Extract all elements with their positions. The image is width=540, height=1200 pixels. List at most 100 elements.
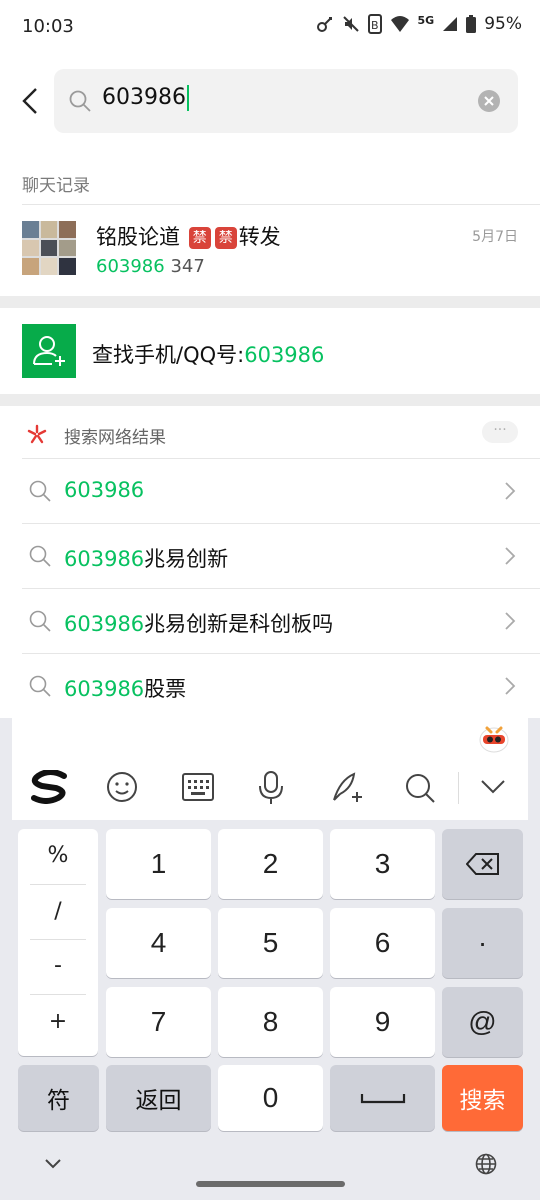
key-label: 0 — [262, 1082, 279, 1113]
sogou-logo-icon[interactable] — [30, 770, 68, 804]
at-key[interactable]: @ — [442, 987, 523, 1057]
find-label: 查找手机/QQ号: — [92, 343, 245, 367]
web-search-title: 搜索网络结果 — [64, 428, 166, 448]
ban-emoji: 禁 — [214, 227, 237, 249]
chevron-right-icon — [505, 677, 516, 695]
text-cursor — [186, 85, 189, 111]
key-2[interactable]: 2 — [218, 829, 323, 899]
web-result-item[interactable]: 603986兆易创新是科创板吗 — [0, 589, 540, 653]
web-result-rest: 兆易创新是科创板吗 — [144, 612, 334, 636]
symbol-key[interactable]: % — [18, 843, 98, 868]
web-result-rest: 兆易创新 — [144, 547, 229, 571]
chat-snippet: 603986 347 — [96, 256, 205, 277]
web-result-text: 603986兆易创新 — [64, 543, 228, 573]
chevron-right-icon — [505, 547, 516, 565]
assistant-icon[interactable] — [478, 724, 510, 754]
search-key[interactable]: 搜索 — [442, 1065, 523, 1131]
space-icon — [360, 1094, 406, 1104]
nfc-icon: B — [367, 14, 382, 34]
web-result-item[interactable]: 603986股票 — [0, 654, 540, 718]
mute-icon — [342, 16, 359, 32]
svg-text:B: B — [371, 19, 379, 32]
key-0[interactable]: 0 — [218, 1065, 323, 1131]
divider — [30, 884, 86, 885]
search-input[interactable]: 603986 — [102, 85, 189, 111]
home-indicator[interactable] — [196, 1181, 345, 1187]
signal-icon — [443, 17, 458, 31]
key-label: 5 — [262, 927, 279, 958]
web-result-item[interactable]: 603986兆易创新 — [0, 524, 540, 588]
web-result-rest: 股票 — [144, 677, 187, 701]
emoji-icon[interactable] — [106, 771, 138, 803]
keyboard-icon[interactable] — [182, 773, 214, 801]
web-result-match: 603986 — [64, 677, 145, 701]
search-query: 603986 — [102, 85, 186, 110]
status-time: 10:03 — [22, 16, 74, 37]
key-4[interactable]: 4 — [106, 908, 211, 978]
key-label: 搜索 — [459, 1087, 506, 1113]
key-label: 8 — [262, 1006, 279, 1037]
key-1[interactable]: 1 — [106, 829, 211, 899]
dot-key[interactable]: · — [442, 908, 523, 978]
hide-keyboard-icon[interactable] — [44, 1158, 62, 1170]
key-7[interactable]: 7 — [106, 987, 211, 1057]
web-result-item[interactable]: 603986 — [0, 459, 540, 523]
globe-icon[interactable] — [475, 1153, 497, 1175]
key-6[interactable]: 6 — [330, 908, 435, 978]
chat-date: 5月7日 — [472, 229, 518, 245]
symbol-key[interactable]: - — [18, 953, 98, 978]
key-label: 1 — [150, 848, 167, 879]
battery-percent: 95% — [484, 14, 522, 34]
key-9[interactable]: 9 — [330, 987, 435, 1057]
backspace-key[interactable] — [442, 829, 523, 899]
link-icon — [316, 17, 332, 32]
symbol-key[interactable]: / — [18, 899, 98, 924]
key-3[interactable]: 3 — [330, 829, 435, 899]
back-icon — [22, 88, 37, 114]
keyboard-search-icon[interactable] — [404, 772, 436, 804]
clear-icon — [484, 96, 494, 106]
symbol-key[interactable]: + — [18, 1009, 98, 1034]
web-search-logo-icon — [27, 424, 47, 444]
symbol-column[interactable]: % / - + — [18, 829, 98, 1056]
key-label: · — [477, 927, 488, 958]
battery-icon — [466, 15, 477, 33]
chevron-right-icon — [505, 482, 516, 500]
return-key[interactable]: 返回 — [106, 1065, 211, 1131]
divider — [30, 994, 86, 995]
web-result-match: 603986 — [64, 478, 145, 502]
key-5[interactable]: 5 — [218, 908, 323, 978]
search-icon — [29, 675, 51, 697]
divider — [30, 939, 86, 940]
key-label: @ — [468, 1006, 497, 1037]
web-result-text: 603986兆易创新是科创板吗 — [64, 608, 333, 638]
key-8[interactable]: 8 — [218, 987, 323, 1057]
status-icons: B 5G 95% — [316, 14, 522, 34]
section-gap — [0, 394, 540, 406]
mic-icon[interactable] — [258, 771, 284, 805]
web-result-text: 603986股票 — [64, 673, 186, 703]
collapse-icon[interactable] — [480, 778, 506, 796]
clear-button[interactable] — [478, 90, 500, 112]
toolbar-divider — [458, 772, 459, 804]
handwriting-icon[interactable] — [330, 770, 364, 804]
ban-emoji: 禁 — [188, 227, 211, 249]
find-value: 603986 — [244, 343, 325, 367]
back-button[interactable] — [16, 86, 46, 116]
add-contact-icon — [33, 336, 65, 366]
space-key[interactable] — [330, 1065, 435, 1131]
chevron-right-icon — [505, 612, 516, 630]
find-contact-text: 查找手机/QQ号:603986 — [92, 339, 324, 369]
add-contact-icon-box — [22, 324, 76, 378]
key-label: 4 — [150, 927, 167, 958]
more-button[interactable]: ··· — [482, 421, 518, 443]
status-bar: 10:03 B 5G 95% — [0, 0, 540, 56]
search-icon — [29, 480, 51, 502]
key-label: 2 — [262, 848, 279, 879]
network-type: 5G — [417, 13, 435, 27]
section-gap — [0, 296, 540, 308]
backspace-icon — [466, 853, 499, 875]
chat-name-text: 铭股论道 — [96, 225, 180, 249]
search-box[interactable]: 603986 — [54, 69, 518, 133]
symbols-key[interactable]: 符 — [18, 1065, 99, 1131]
